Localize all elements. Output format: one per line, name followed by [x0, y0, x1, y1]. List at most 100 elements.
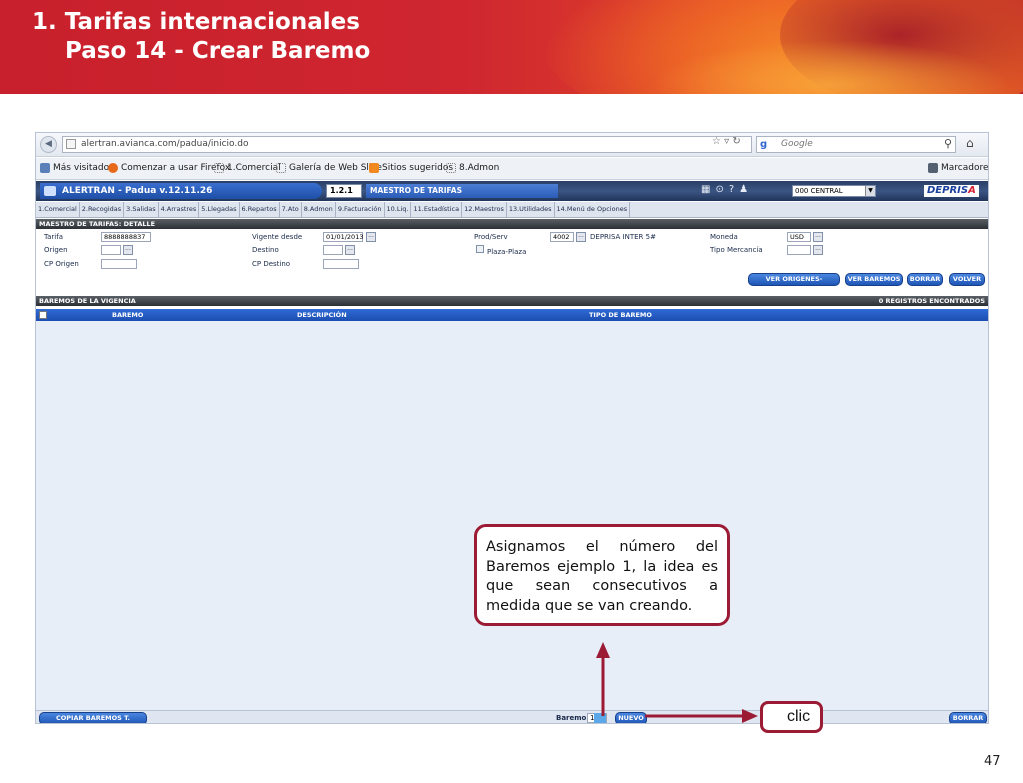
ver-baremos-button[interactable]: VER BAREMOS: [845, 273, 903, 286]
bookmarks-toolbar: Más visitados Comenzar a usar Firefox 1.…: [36, 158, 988, 180]
menu-facturacion[interactable]: 9.Facturación: [336, 202, 385, 218]
page-icon: [446, 163, 456, 173]
menu-salidas[interactable]: 3.Salidas: [124, 202, 159, 218]
menu-llegadas[interactable]: 5.Llegadas: [199, 202, 240, 218]
menu-recogidas[interactable]: 2.Recogidas: [80, 202, 125, 218]
firefox-icon: [108, 163, 118, 173]
slide-header-banner: 1. Tarifas internacionales Paso 14 - Cre…: [0, 0, 1023, 94]
cp-origen-field[interactable]: [101, 259, 137, 269]
bottom-action-bar: COPIAR BAREMOS T. GENERAL Baremo 1 NUEVO…: [36, 710, 988, 723]
col-baremo[interactable]: BAREMO: [112, 309, 143, 321]
main-menu: 1.Comercial 2.Recogidas 3.Salidas 4.Arra…: [36, 202, 988, 218]
baremos-section-header: BAREMOS DE LA VIGENCIA 0 REGISTROS ENCON…: [36, 296, 988, 306]
search-input[interactable]: g Google: [756, 136, 956, 153]
prod-serv-lookup-button[interactable]: ...: [576, 232, 586, 242]
click-callout: clic: [760, 701, 823, 733]
menu-comercial[interactable]: 1.Comercial: [36, 202, 80, 218]
app-screenshot: ◀ alertran.avianca.com/padua/inicio.do ☆…: [35, 132, 989, 724]
record-count: 0 REGISTROS ENCONTRADOS: [878, 297, 985, 305]
toolbar-icons[interactable]: ▦⊙?♟: [701, 184, 753, 195]
address-text: alertran.avianca.com/padua/inicio.do: [81, 139, 249, 149]
bookmark-sitios[interactable]: Sitios sugeridos: [369, 163, 453, 173]
tarifa-field[interactable]: 8888888837: [101, 232, 151, 242]
explanation-callout: Asignamos el número del Baremos ejemplo …: [474, 524, 730, 626]
plaza-checkbox[interactable]: [476, 245, 484, 253]
borrar-button[interactable]: BORRAR: [907, 273, 943, 286]
suggested-sites-icon: [369, 163, 379, 173]
page-number: 47: [984, 754, 1001, 769]
menu-opciones[interactable]: 14.Menú de Opciones: [555, 202, 631, 218]
nuevo-button[interactable]: NUEVO: [615, 712, 647, 723]
moneda-field[interactable]: USD: [787, 232, 811, 242]
destino-lookup-button[interactable]: ...: [345, 245, 355, 255]
bottom-borrar-button[interactable]: BORRAR: [949, 712, 987, 723]
bookmarks-icon: [40, 163, 50, 173]
slide-title-line2: Paso 14 - Crear Baremo: [65, 38, 371, 64]
search-placeholder: Google: [781, 139, 813, 149]
bookmark-comercial[interactable]: 1.Comercial: [214, 163, 281, 173]
tipo-mercancia-lookup-button[interactable]: ...: [813, 245, 823, 255]
volver-button[interactable]: VOLVER: [949, 273, 985, 286]
cp-destino-field[interactable]: [323, 259, 359, 269]
baremos-table-body: [36, 321, 988, 710]
menu-liq[interactable]: 10.Liq.: [385, 202, 412, 218]
select-all-checkbox[interactable]: [39, 311, 47, 319]
moneda-label: Moneda: [710, 233, 738, 241]
tarifa-label: Tarifa: [44, 233, 63, 241]
bookmark-firefox[interactable]: Comenzar a usar Firefox: [108, 163, 230, 173]
origen-lookup-button[interactable]: ...: [123, 245, 133, 255]
slide-title-line1: 1. Tarifas internacionales: [32, 9, 360, 35]
bookmark-admon[interactable]: 8.Admon: [446, 163, 499, 173]
copiar-baremos-button[interactable]: COPIAR BAREMOS T. GENERAL: [39, 712, 147, 723]
origen-label: Origen: [44, 246, 68, 254]
moneda-lookup-button[interactable]: ...: [813, 232, 823, 242]
bookmark-star-icon[interactable]: ☆ ▿ ↻: [712, 136, 741, 147]
deprisa-logo: DEPRISA: [924, 185, 979, 197]
baremo-label: Baremo: [556, 714, 587, 722]
vigente-field[interactable]: 01/01/2013: [323, 232, 363, 242]
prod-serv-code-field[interactable]: 4002: [550, 232, 574, 242]
star-icon: [928, 163, 938, 173]
col-tipo-baremo[interactable]: TIPO DE BAREMO: [589, 309, 652, 321]
app-name: ALERTRAN - Padua v.12.11.26: [40, 183, 322, 199]
calendar-button[interactable]: ...: [366, 232, 376, 242]
chevron-down-icon[interactable]: ▼: [865, 186, 875, 196]
prod-serv-label: Prod/Serv: [474, 233, 508, 241]
detail-section-header: MAESTRO DE TARIFAS: DETALLE: [36, 219, 988, 229]
baremos-section-title: BAREMOS DE LA VIGENCIA: [39, 297, 136, 305]
destino-label: Destino: [252, 246, 279, 254]
menu-arrastres[interactable]: 4.Arrastres: [159, 202, 200, 218]
bookmarks-menu[interactable]: Marcadores: [928, 163, 988, 173]
bookmark-most-visited[interactable]: Más visitados: [40, 163, 114, 173]
menu-utilidades[interactable]: 13.Utilidades: [507, 202, 555, 218]
app-header: ALERTRAN - Padua v.12.11.26 1.2.1 MAESTR…: [36, 181, 988, 201]
bookmark-web-slice[interactable]: Galería de Web Slice: [276, 163, 382, 173]
back-arrow-icon[interactable]: ◀: [40, 136, 57, 153]
cp-origen-label: CP Origen: [44, 260, 79, 268]
tipo-mercancia-field[interactable]: [787, 245, 811, 255]
office-select[interactable]: 000 CENTRAL ▼: [792, 185, 876, 197]
col-descripcion[interactable]: DESCRIPCIÓN: [297, 309, 347, 321]
module-code-field[interactable]: 1.2.1: [326, 184, 362, 198]
menu-admon[interactable]: 8.Admon: [302, 202, 336, 218]
menu-repartos[interactable]: 6.Repartos: [240, 202, 280, 218]
truck-icon: [44, 186, 56, 196]
slide-title: 1. Tarifas internacionales Paso 14 - Cre…: [32, 8, 370, 66]
vigente-label: Vigente desde: [252, 233, 303, 241]
origen-field[interactable]: [101, 245, 121, 255]
page-icon: [276, 163, 286, 173]
destino-field[interactable]: [323, 245, 343, 255]
baremos-table-header: BAREMO DESCRIPCIÓN TIPO DE BAREMO: [36, 309, 988, 321]
google-icon: g: [760, 139, 768, 150]
ver-origenes-destinos-button[interactable]: VER ORIGENES-DESTINOS: [748, 273, 840, 294]
menu-maestros[interactable]: 12.Maestros: [462, 202, 507, 218]
plaza-label: Plaza-Plaza: [487, 248, 527, 256]
home-icon[interactable]: ⌂: [966, 136, 974, 150]
menu-ato[interactable]: 7.Ato: [280, 202, 302, 218]
baremo-input-cursor: [594, 713, 606, 723]
address-input[interactable]: alertran.avianca.com/padua/inicio.do: [62, 136, 752, 153]
menu-estadistica[interactable]: 11.Estadística: [411, 202, 463, 218]
module-name: MAESTRO DE TARIFAS: [366, 184, 558, 198]
search-icon[interactable]: ⚲: [944, 137, 952, 150]
page-icon: [214, 163, 224, 173]
